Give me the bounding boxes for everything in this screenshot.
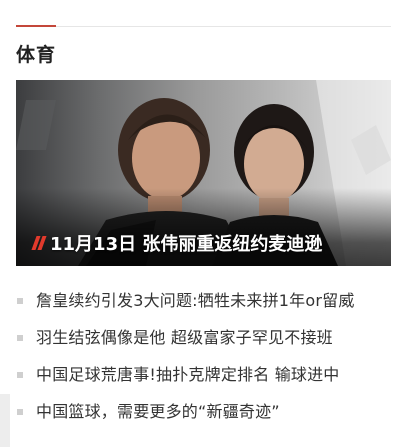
section-divider <box>16 26 391 27</box>
headline-image-card[interactable]: 11月13日 张伟丽重返纽约麦迪逊 <box>16 80 391 266</box>
hero-caption: 11月13日 张伟丽重返纽约麦迪逊 <box>31 230 381 256</box>
news-item[interactable]: 羽生结弦偶像是他 超级富家子罕见不接班 <box>16 319 396 356</box>
news-item[interactable]: 詹皇续约引发3大问题:牺牲未来拼1年or留威 <box>16 282 396 319</box>
bullet-icon <box>17 298 23 304</box>
news-link[interactable]: 中国篮球，需要更多的“新疆奇迹” <box>36 402 280 421</box>
news-item[interactable]: 中国足球荒唐事!抽扑克牌定排名 输球进中 <box>16 356 396 393</box>
bullet-icon <box>17 372 23 378</box>
hero-title[interactable]: 11月13日 张伟丽重返纽约麦迪逊 <box>50 230 322 256</box>
side-panel-edge <box>0 394 10 447</box>
slash-icon <box>31 236 47 250</box>
bullet-icon <box>17 409 23 415</box>
news-link[interactable]: 中国足球荒唐事!抽扑克牌定排名 输球进中 <box>36 365 340 384</box>
bullet-icon <box>17 335 23 341</box>
section-accent-bar <box>16 25 56 27</box>
news-list: 詹皇续约引发3大问题:牺牲未来拼1年or留威 羽生结弦偶像是他 超级富家子罕见不… <box>16 282 396 430</box>
news-link[interactable]: 詹皇续约引发3大问题:牺牲未来拼1年or留威 <box>36 291 355 310</box>
news-link[interactable]: 羽生结弦偶像是他 超级富家子罕见不接班 <box>36 328 333 347</box>
news-item[interactable]: 中国篮球，需要更多的“新疆奇迹” <box>16 393 396 430</box>
section-title[interactable]: 体育 <box>16 40 56 67</box>
